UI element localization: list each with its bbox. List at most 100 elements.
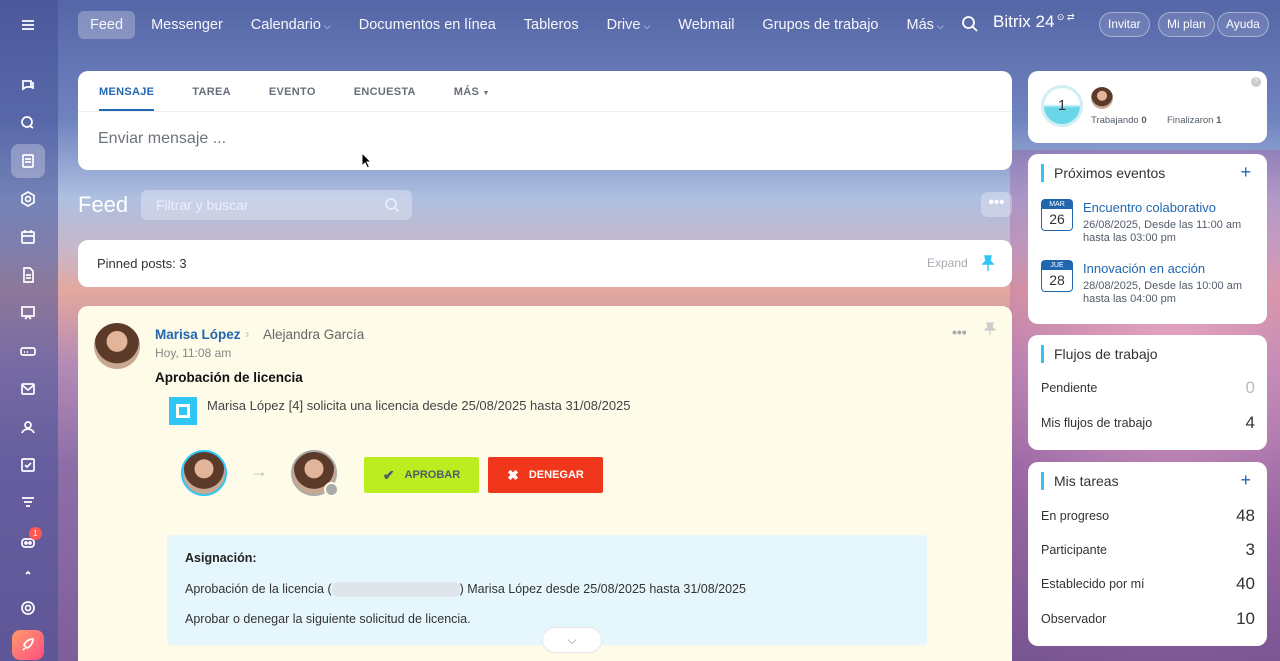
expand-link[interactable]: Expand (927, 256, 968, 270)
pinned-posts-bar[interactable]: Pinned posts: 3 Expand (78, 240, 1012, 287)
workflow-row-value: 0 (1245, 378, 1255, 397)
assignment-instruction: Aprobar o denegar la siguiente solicitud… (185, 612, 471, 626)
search-icon[interactable] (961, 15, 979, 36)
nav-drive[interactable]: Drive ⌵ (595, 11, 663, 39)
pin-icon[interactable] (984, 322, 996, 336)
nav-more[interactable]: Más ⌵ (895, 11, 956, 39)
notification-badge: 1 (29, 527, 42, 540)
post-composer: MENSAJE TAREA EVENTO ENCUESTA MÁS ▼ Envi… (78, 71, 1012, 170)
event-title[interactable]: Innovación en acción (1083, 261, 1205, 276)
mail-icon[interactable] (11, 372, 45, 406)
help-icon[interactable]: ? (1251, 77, 1261, 87)
chevron-right-icon: › (245, 326, 250, 341)
clock-icon (324, 482, 339, 497)
requester-avatar[interactable] (181, 450, 227, 496)
presentation-icon[interactable] (11, 296, 45, 330)
my-plan-button[interactable]: Mi plan (1158, 12, 1215, 37)
task-row-label[interactable]: Participante (1041, 543, 1107, 557)
hexagon-icon[interactable] (11, 182, 45, 216)
add-task-icon[interactable]: + (1240, 470, 1251, 491)
worktime-counter[interactable]: 1 (1041, 85, 1083, 127)
add-event-icon[interactable]: + (1240, 162, 1251, 183)
workflow-row-label[interactable]: Mis flujos de trabajo (1041, 416, 1152, 430)
messenger-icon[interactable] (11, 106, 45, 140)
tab-message[interactable]: MENSAJE (99, 86, 155, 111)
workflow-icon (169, 397, 197, 425)
drive-icon[interactable] (11, 334, 45, 368)
scroll-up-icon[interactable] (11, 562, 45, 582)
nav-workgroups[interactable]: Grupos de trabajo (750, 11, 890, 39)
pinned-count: 3 (179, 256, 187, 271)
top-bar: Feed Messenger Calendario ⌵ Documentos en… (58, 0, 1280, 50)
worktime-widget: 1 Trabajando 0 Finalizaron 1 ? (1028, 71, 1267, 143)
post-title: Aprobación de licencia (155, 370, 303, 385)
filter-search-input[interactable]: Filtrar y buscar (141, 190, 412, 220)
check-icon: ✔ (382, 466, 395, 483)
workflow-row-label[interactable]: Pendiente (1041, 381, 1097, 395)
task-row-value: 48 (1236, 506, 1255, 525)
tasks-heading: Mis tareas (1041, 472, 1119, 490)
nav-calendar[interactable]: Calendario ⌵ (239, 11, 343, 39)
nav-boards[interactable]: Tableros (512, 11, 591, 39)
tasks-icon[interactable] (11, 448, 45, 482)
chat-icon[interactable] (11, 68, 45, 102)
document-icon[interactable] (11, 258, 45, 292)
pin-icon[interactable] (982, 255, 994, 272)
close-icon: ✖ (507, 466, 519, 483)
help-button[interactable]: Ayuda (1217, 12, 1269, 37)
tab-task[interactable]: TAREA (192, 86, 231, 111)
finished-label: Finalizaron 1 (1167, 115, 1222, 126)
events-heading: Próximos eventos (1041, 164, 1165, 182)
deny-button[interactable]: ✖ DENEGAR (488, 457, 603, 493)
message-input[interactable]: Enviar mensaje ... (98, 130, 226, 148)
approve-button[interactable]: ✔ APROBAR (364, 457, 479, 493)
task-row-value: 10 (1236, 609, 1255, 628)
user-avatar[interactable] (1091, 87, 1113, 109)
nav-feed[interactable]: Feed (78, 11, 136, 39)
workflows-heading: Flujos de trabajo (1041, 345, 1158, 363)
nav-messenger[interactable]: Messenger (139, 11, 235, 39)
redacted-link[interactable] (331, 582, 460, 598)
recipient-link[interactable]: Alejandra García (263, 327, 364, 342)
post-menu-icon[interactable]: ••• (952, 324, 967, 340)
menu-icon[interactable] (11, 8, 45, 42)
more-options-button[interactable]: ••• (981, 192, 1012, 217)
task-row-label[interactable]: Observador (1041, 612, 1106, 626)
working-label: Trabajando 0 (1091, 115, 1147, 126)
caret-down-icon: ▼ (482, 90, 490, 97)
assignment-line: Aprobación de la licencia () Marisa Lópe… (185, 582, 746, 598)
calendar-icon[interactable] (11, 220, 45, 254)
chevron-down-icon: ⌵ (643, 21, 651, 31)
events-widget: Próximos eventos + MAR 26 Encuentro colab… (1028, 154, 1267, 324)
workflows-widget: Flujos de trabajo Pendiente 0 Mis flujos… (1028, 335, 1267, 450)
task-row-label[interactable]: Establecido por mí (1041, 577, 1145, 591)
groups-icon[interactable] (11, 410, 45, 444)
tasks-widget: Mis tareas + En progreso 48 Participante… (1028, 462, 1267, 646)
nav-documents[interactable]: Documentos en línea (347, 11, 508, 39)
chevron-down-icon: ⌵ (323, 21, 331, 31)
main-nav: Feed Messenger Calendario ⌵ Documentos en… (78, 11, 956, 39)
arrow-right-icon: → (250, 461, 268, 481)
pinned-label: Pinned posts: 3 (97, 256, 187, 271)
nav-webmail[interactable]: Webmail (666, 11, 746, 39)
task-row-label[interactable]: En progreso (1041, 509, 1109, 523)
invite-button[interactable]: Invitar (1099, 12, 1150, 37)
chevron-down-icon: ⌵ (567, 633, 577, 647)
feed-icon[interactable] (11, 144, 45, 178)
rocket-icon[interactable] (12, 630, 44, 660)
settings-icon[interactable] (11, 591, 45, 625)
author-avatar[interactable] (94, 323, 140, 369)
tab-event[interactable]: EVENTO (269, 86, 316, 111)
event-title[interactable]: Encuentro colaborativo (1083, 200, 1216, 215)
tab-poll[interactable]: ENCUESTA (354, 86, 416, 111)
feed-post: Marisa López › Alejandra García Hoy, 11:… (78, 306, 1012, 661)
mouse-cursor-icon (361, 152, 373, 169)
workflow-row-value: 4 (1245, 413, 1255, 432)
tab-more[interactable]: MÁS ▼ (454, 86, 490, 111)
funnel-icon[interactable] (11, 486, 45, 520)
filter-placeholder: Filtrar y buscar (156, 197, 249, 213)
left-sidebar: 1 (0, 0, 58, 661)
clock-icon: ⊙ ⇄ (1054, 12, 1075, 22)
expand-post-button[interactable]: ⌵ (542, 627, 602, 653)
author-link[interactable]: Marisa López (155, 327, 241, 342)
